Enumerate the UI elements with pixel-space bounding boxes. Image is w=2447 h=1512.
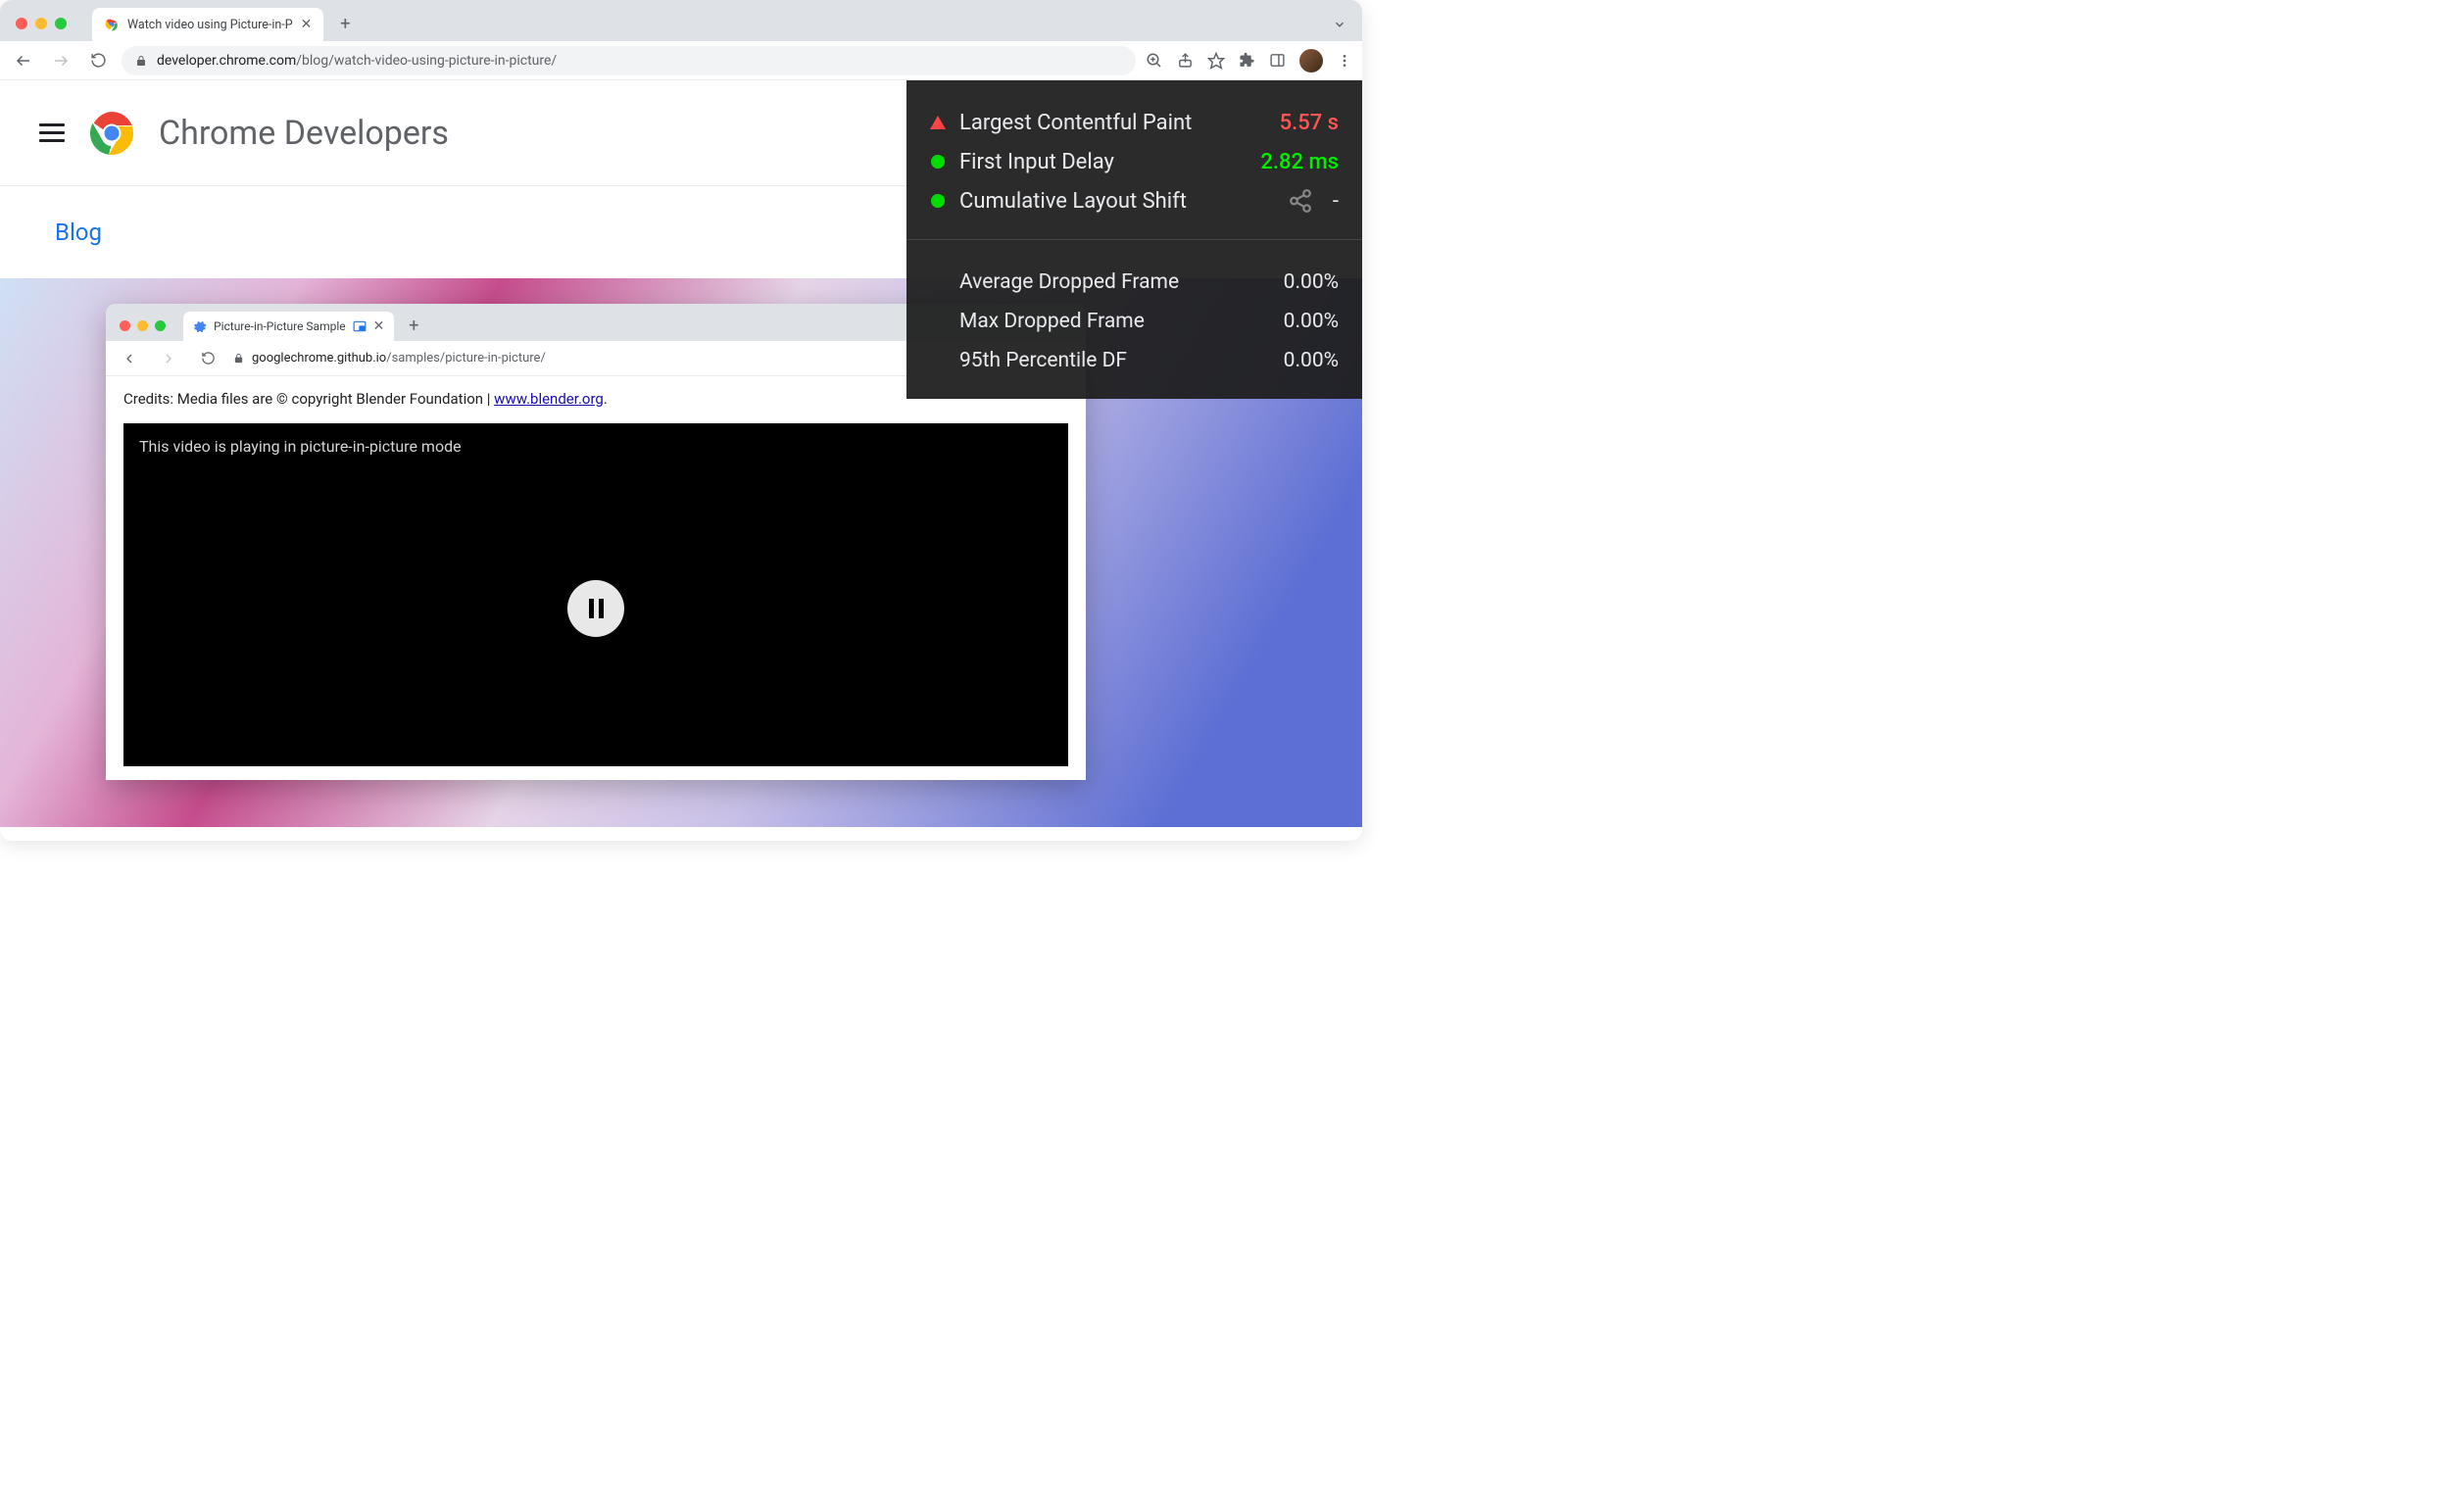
close-window-button[interactable]	[16, 18, 27, 29]
inner-window-controls	[120, 320, 166, 331]
frame-label: Max Dropped Frame	[930, 310, 1145, 333]
web-vitals-section: Largest Contentful Paint 5.57 s First In…	[906, 80, 1362, 239]
share-icon[interactable]	[1177, 52, 1194, 69]
chrome-logo-icon	[88, 110, 135, 157]
frame-label: 95th Percentile DF	[930, 349, 1127, 372]
close-tab-button[interactable]: ✕	[301, 17, 313, 32]
extensions-icon[interactable]	[1239, 52, 1255, 69]
browser-toolbar: developer.chrome.com/blog/watch-video-us…	[0, 41, 1362, 80]
inner-maximize-button[interactable]	[155, 320, 166, 331]
url-text: developer.chrome.com/blog/watch-video-us…	[157, 53, 557, 69]
inner-close-tab-button[interactable]: ✕	[373, 318, 385, 334]
new-tab-button[interactable]: +	[331, 10, 359, 37]
inner-page-content: Credits: Media files are © copyright Ble…	[106, 376, 1086, 780]
inner-forward-button[interactable]	[155, 345, 182, 372]
menu-icon[interactable]	[1337, 53, 1352, 69]
blog-link[interactable]: Blog	[55, 219, 102, 246]
frame-row: Average Dropped Frame 0.00%	[930, 266, 1339, 299]
chrome-favicon-icon	[104, 17, 120, 32]
toolbar-actions	[1146, 49, 1352, 73]
inner-new-tab-button[interactable]: +	[400, 312, 427, 339]
metric-row-cls: Cumulative Layout Shift -	[930, 184, 1339, 218]
metric-value: 2.82 ms	[1260, 150, 1339, 174]
address-bar[interactable]: developer.chrome.com/blog/watch-video-us…	[122, 46, 1136, 75]
metric-row-lcp: Largest Contentful Paint 5.57 s	[930, 106, 1339, 139]
pip-indicator-icon	[353, 319, 367, 333]
frame-row: 95th Percentile DF 0.00%	[930, 344, 1339, 377]
blender-link[interactable]: www.blender.org	[494, 390, 604, 408]
browser-chrome: Watch video using Picture-in-P ✕ + devel…	[0, 0, 1362, 80]
bookmark-icon[interactable]	[1207, 52, 1225, 70]
maximize-window-button[interactable]	[55, 18, 67, 29]
metric-label: First Input Delay	[959, 150, 1114, 174]
zoom-icon[interactable]	[1146, 52, 1163, 70]
dot-icon	[930, 154, 946, 170]
profile-avatar[interactable]	[1299, 49, 1323, 73]
metric-value: 5.57 s	[1280, 111, 1339, 135]
pip-status-message: This video is playing in picture-in-pict…	[139, 437, 1052, 456]
frame-value: 0.00%	[1284, 310, 1339, 333]
metric-label: Cumulative Layout Shift	[959, 189, 1187, 214]
inner-url-text: googlechrome.github.io/samples/picture-i…	[252, 351, 546, 366]
menu-button[interactable]	[39, 123, 65, 142]
tab-title: Watch video using Picture-in-P	[127, 18, 293, 32]
frames-section: Average Dropped Frame 0.00% Max Dropped …	[906, 240, 1362, 399]
back-button[interactable]	[10, 47, 37, 74]
inner-minimize-button[interactable]	[137, 320, 148, 331]
triangle-up-icon	[930, 115, 946, 130]
share-icon[interactable]	[1288, 188, 1313, 214]
pause-button[interactable]	[567, 580, 624, 637]
minimize-window-button[interactable]	[35, 18, 47, 29]
inner-tab-title: Picture-in-Picture Sample	[214, 319, 346, 333]
frame-value: 0.00%	[1284, 270, 1339, 294]
frame-value: 0.00%	[1284, 349, 1339, 372]
tabs-dropdown-button[interactable]	[1333, 18, 1346, 31]
inner-browser-tab[interactable]: Picture-in-Picture Sample ✕	[183, 312, 394, 341]
window-controls	[16, 18, 67, 29]
inner-back-button[interactable]	[116, 345, 143, 372]
performance-overlay: Largest Contentful Paint 5.57 s First In…	[906, 80, 1362, 399]
frame-label: Average Dropped Frame	[930, 270, 1179, 294]
inner-reload-button[interactable]	[194, 345, 221, 372]
site-title: Chrome Developers	[159, 114, 449, 153]
inner-close-button[interactable]	[120, 320, 130, 331]
side-panel-icon[interactable]	[1269, 52, 1286, 69]
video-player[interactable]: This video is playing in picture-in-pict…	[123, 423, 1068, 766]
metric-value: -	[1333, 189, 1339, 214]
forward-button[interactable]	[47, 47, 74, 74]
tab-strip: Watch video using Picture-in-P ✕ +	[0, 0, 1362, 41]
reload-button[interactable]	[84, 47, 112, 74]
metric-row-fid: First Input Delay 2.82 ms	[930, 145, 1339, 178]
inner-lock-icon	[233, 353, 244, 364]
frame-row: Max Dropped Frame 0.00%	[930, 305, 1339, 338]
gear-favicon-icon	[193, 319, 207, 333]
browser-window: Watch video using Picture-in-P ✕ + devel…	[0, 0, 1362, 841]
page-content: Chrome Developers Blog Picture-in	[0, 80, 1362, 841]
browser-tab[interactable]: Watch video using Picture-in-P ✕	[92, 8, 323, 41]
metric-label: Largest Contentful Paint	[959, 111, 1192, 135]
dot-icon	[930, 193, 946, 209]
lock-icon	[135, 55, 147, 67]
